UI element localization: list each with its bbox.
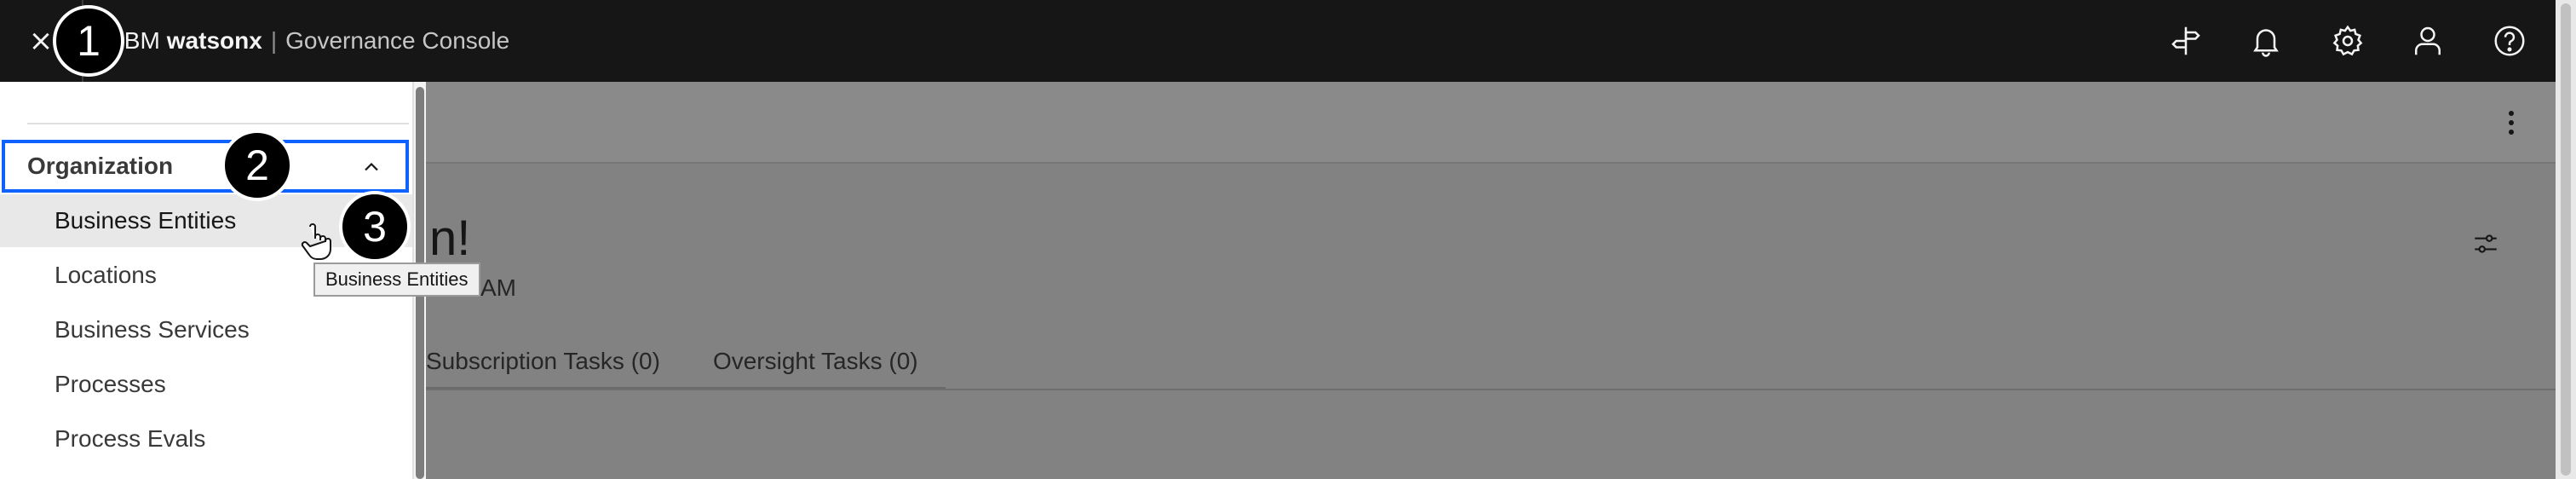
step-badge-1: 1 <box>53 5 124 77</box>
overflow-menu-button[interactable] <box>2493 104 2530 141</box>
page-scrollbar-thumb[interactable] <box>2561 3 2571 476</box>
page-scrollbar[interactable] <box>2556 0 2576 479</box>
brand-console: Governance Console <box>285 27 510 54</box>
notification-icon[interactable] <box>2242 17 2290 65</box>
signpost-icon[interactable] <box>2162 17 2210 65</box>
step-badge-2: 2 <box>221 130 293 201</box>
nav-section-label: Organization <box>27 153 174 179</box>
user-icon[interactable] <box>2404 17 2452 65</box>
overflow-menu-icon <box>2509 111 2514 135</box>
filter-settings-button[interactable] <box>2467 225 2504 263</box>
product-name[interactable]: IBM watsonx | Governance Console <box>118 0 509 82</box>
sliders-icon <box>2475 234 2497 253</box>
nav-divider <box>27 123 409 124</box>
app-header: × IBM watsonx | Governance Console <box>0 0 2556 82</box>
tabs-underline <box>426 389 2556 390</box>
timestamp: AM <box>480 274 516 301</box>
sidebar-item-business-services[interactable]: Business Services <box>0 303 412 356</box>
tab-subscription-tasks[interactable]: Subscription Tasks (0) <box>426 336 687 390</box>
nav-section-organization[interactable]: Organization <box>2 140 409 193</box>
page-toolbar <box>426 82 2556 164</box>
chevron-up-icon <box>365 162 378 171</box>
help-icon[interactable] <box>2486 17 2533 65</box>
brand-product: watsonx <box>166 27 262 54</box>
page-greeting: n! <box>429 211 471 266</box>
settings-icon[interactable] <box>2324 17 2372 65</box>
tooltip: Business Entities <box>313 263 480 297</box>
hand-cursor-icon <box>301 223 331 260</box>
brand-separator: | <box>270 27 278 54</box>
main-content: n! AM Subscription Tasks (0) Oversight T… <box>426 82 2556 479</box>
sidebar-item-processes[interactable]: Processes <box>0 358 412 411</box>
tab-oversight-tasks[interactable]: Oversight Tasks (0) <box>687 336 946 390</box>
sidebar-item-process-evals[interactable]: Process Evals <box>0 413 412 465</box>
step-badge-3: 3 <box>339 191 411 263</box>
task-tabs: Subscription Tasks (0) Oversight Tasks (… <box>426 336 946 390</box>
